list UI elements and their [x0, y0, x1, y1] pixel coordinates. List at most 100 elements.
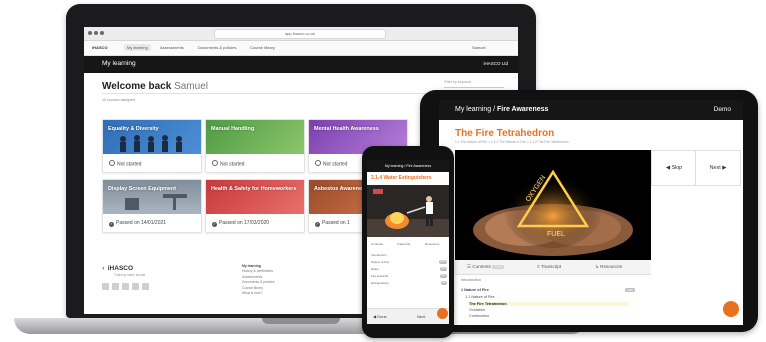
next-icon: ▶	[722, 165, 727, 171]
next-button[interactable]: Next ▶	[695, 150, 741, 186]
list-item[interactable]: Extinguishers 0/8	[371, 280, 447, 287]
section-badge: 6/10	[625, 288, 635, 292]
lesson-header: My learning / Fire Awareness Demo	[439, 100, 743, 120]
list-item-current[interactable]: The Fire Tetrahedron	[469, 302, 629, 306]
course-title: Display Screen Equipment	[108, 186, 177, 192]
phone-video-player[interactable]	[367, 185, 449, 237]
skip-label: Skip	[671, 165, 683, 171]
nav-item-assessments[interactable]: Assessments	[160, 45, 184, 50]
youtube-icon[interactable]	[122, 283, 129, 290]
course-title: Manual Handling	[211, 126, 255, 132]
list-sub-section[interactable]: 1.1 Nature of Fire	[465, 295, 495, 299]
breadcrumb-current: Fire Awareness	[497, 106, 549, 113]
list-section-label: 1 Nature of Fire	[461, 288, 489, 292]
phone-tab-transcript[interactable]: Transcript	[397, 242, 410, 246]
logo-mark-icon: ◐	[102, 265, 106, 272]
phone-tab-resources[interactable]: Resources	[425, 242, 439, 246]
tab-resources-label: Resources	[600, 264, 623, 269]
window-minimize-button[interactable]	[94, 31, 98, 35]
course-card[interactable]: Health & Safety for Homeworkers ✓ Passed …	[205, 179, 305, 233]
phone-header: My learning / Fire Awareness	[367, 160, 449, 172]
course-status-text: Passed on 1	[322, 220, 350, 226]
progress-badge: 3/10	[439, 267, 447, 271]
account-menu[interactable]: Samuel	[472, 45, 486, 50]
tab-transcript[interactable]: ≡ Transcript	[537, 264, 561, 269]
not-started-icon	[315, 160, 321, 166]
phone-tab-contents[interactable]: Contents	[371, 242, 383, 246]
window-zoom-button[interactable]	[100, 31, 104, 35]
course-status-text: Passed on 17/03/2020	[219, 220, 270, 226]
tab-contents[interactable]: ☰ Contents 23/41	[467, 264, 505, 270]
course-title: Mental Health Awareness	[314, 126, 379, 132]
course-status: Not started	[212, 160, 244, 168]
footer-link[interactable]: Documents & policies	[242, 280, 275, 285]
course-status-text: Passed on 14/01/2021	[116, 220, 167, 226]
list-item[interactable]: Fire Hazards 5/10	[371, 273, 447, 280]
tab-transcript-label: Transcript	[540, 264, 562, 269]
course-status: ✓ Passed on 17/03/2020	[212, 220, 269, 227]
tablet-screen: My learning / Fire Awareness Demo The Fi…	[439, 100, 743, 325]
course-status: ✓ Passed on 14/01/2021	[109, 220, 166, 227]
tab-resources[interactable]: ↳ Resources	[595, 264, 622, 270]
window-close-button[interactable]	[88, 31, 92, 35]
transcript-icon: ≡	[537, 264, 540, 269]
course-card[interactable]: Equality & Diversity Not started	[102, 119, 202, 173]
breadcrumb-root[interactable]: My learning	[455, 106, 491, 113]
help-fab-button[interactable]	[723, 301, 739, 317]
footer-brand: iHASCO	[107, 265, 134, 272]
phone-contents-list: Introduction Nature of Fire 10/10 Risks 3/…	[371, 252, 447, 287]
progress-badge: 5/10	[439, 274, 447, 278]
course-title: Equality & Diversity	[108, 126, 159, 132]
organisation-name: iHASCO Ltd	[483, 61, 508, 66]
list-item[interactable]: Introduction	[461, 278, 481, 282]
phone-prev-button[interactable]: ◀ Done	[373, 314, 387, 319]
course-status: Not started	[315, 160, 347, 168]
list-item[interactable]: Nature of Fire 10/10	[371, 259, 447, 266]
video-player[interactable]: OXYGEN FUEL	[455, 150, 651, 260]
app-top-nav: iHASCO My learning Assessments Documents…	[84, 41, 518, 56]
phone-screen: My learning / Fire Awareness 2.1.4 Water…	[367, 160, 449, 324]
demo-label: Demo	[713, 106, 731, 113]
course-title: Health & Safety for Homeworkers	[211, 186, 297, 192]
page-header: My learning iHASCO Ltd	[84, 56, 518, 73]
address-bar[interactable]: app.ihasco.co.uk	[214, 29, 386, 39]
skip-button[interactable]: ◀ Skip	[651, 150, 697, 186]
twitter-icon[interactable]	[102, 283, 109, 290]
instagram-icon[interactable]	[132, 283, 139, 290]
footer-link[interactable]: What is new?	[242, 291, 275, 296]
breadcrumb: My learning / Fire Awareness	[455, 106, 549, 113]
list-section[interactable]: 1 Nature of Fire 6/10	[461, 288, 635, 292]
nav-item-documents[interactable]: Documents & policies	[198, 45, 236, 50]
phone-help-fab-button[interactable]	[437, 308, 448, 319]
phone-lesson-title: 2.1.4 Water Extinguishers	[371, 175, 432, 181]
list-item-label: Extinguishers	[371, 281, 390, 285]
course-status: ✓ Passed on 1	[315, 220, 350, 227]
course-card[interactable]: Display Screen Equipment ✓ Passed on 14/0…	[102, 179, 202, 233]
nav-logo[interactable]: iHASCO	[92, 45, 108, 50]
list-item[interactable]: Combustion	[469, 314, 489, 318]
nav-item-course-library[interactable]: Course library	[250, 45, 275, 50]
list-icon: ☰	[467, 264, 472, 269]
facebook-icon[interactable]	[112, 283, 119, 290]
next-label: Next	[709, 165, 721, 171]
course-count: 10 courses assigned	[102, 98, 135, 102]
prev-icon: ◀	[373, 314, 377, 319]
course-search-input[interactable]: Filter by keyword	[444, 80, 504, 88]
course-card[interactable]: Manual Handling Not started	[205, 119, 305, 173]
tab-contents-label: Contents	[472, 264, 491, 269]
lesson-title: The Fire Tetrahedron	[455, 128, 555, 139]
passed-check-icon: ✓	[109, 221, 114, 227]
list-item[interactable]: Oxidation	[469, 308, 485, 312]
list-item[interactable]: Introduction	[371, 252, 447, 259]
nav-item-my-learning[interactable]: My learning	[124, 44, 151, 51]
phone-next-button[interactable]: Next	[417, 314, 425, 319]
list-item-label: Nature of Fire	[371, 260, 390, 264]
course-status-text: Not started	[220, 161, 245, 168]
phone-tabs: Contents Transcript Resources	[367, 240, 449, 248]
list-item-label: Fire Hazards	[371, 274, 389, 278]
extinguisher-scene-illustration	[367, 189, 449, 237]
linkedin-icon[interactable]	[142, 283, 149, 290]
course-status: Not started	[109, 160, 141, 168]
list-item[interactable]: Risks 3/10	[371, 266, 447, 273]
footer-links: My learning History & certificates Asses…	[242, 264, 275, 296]
